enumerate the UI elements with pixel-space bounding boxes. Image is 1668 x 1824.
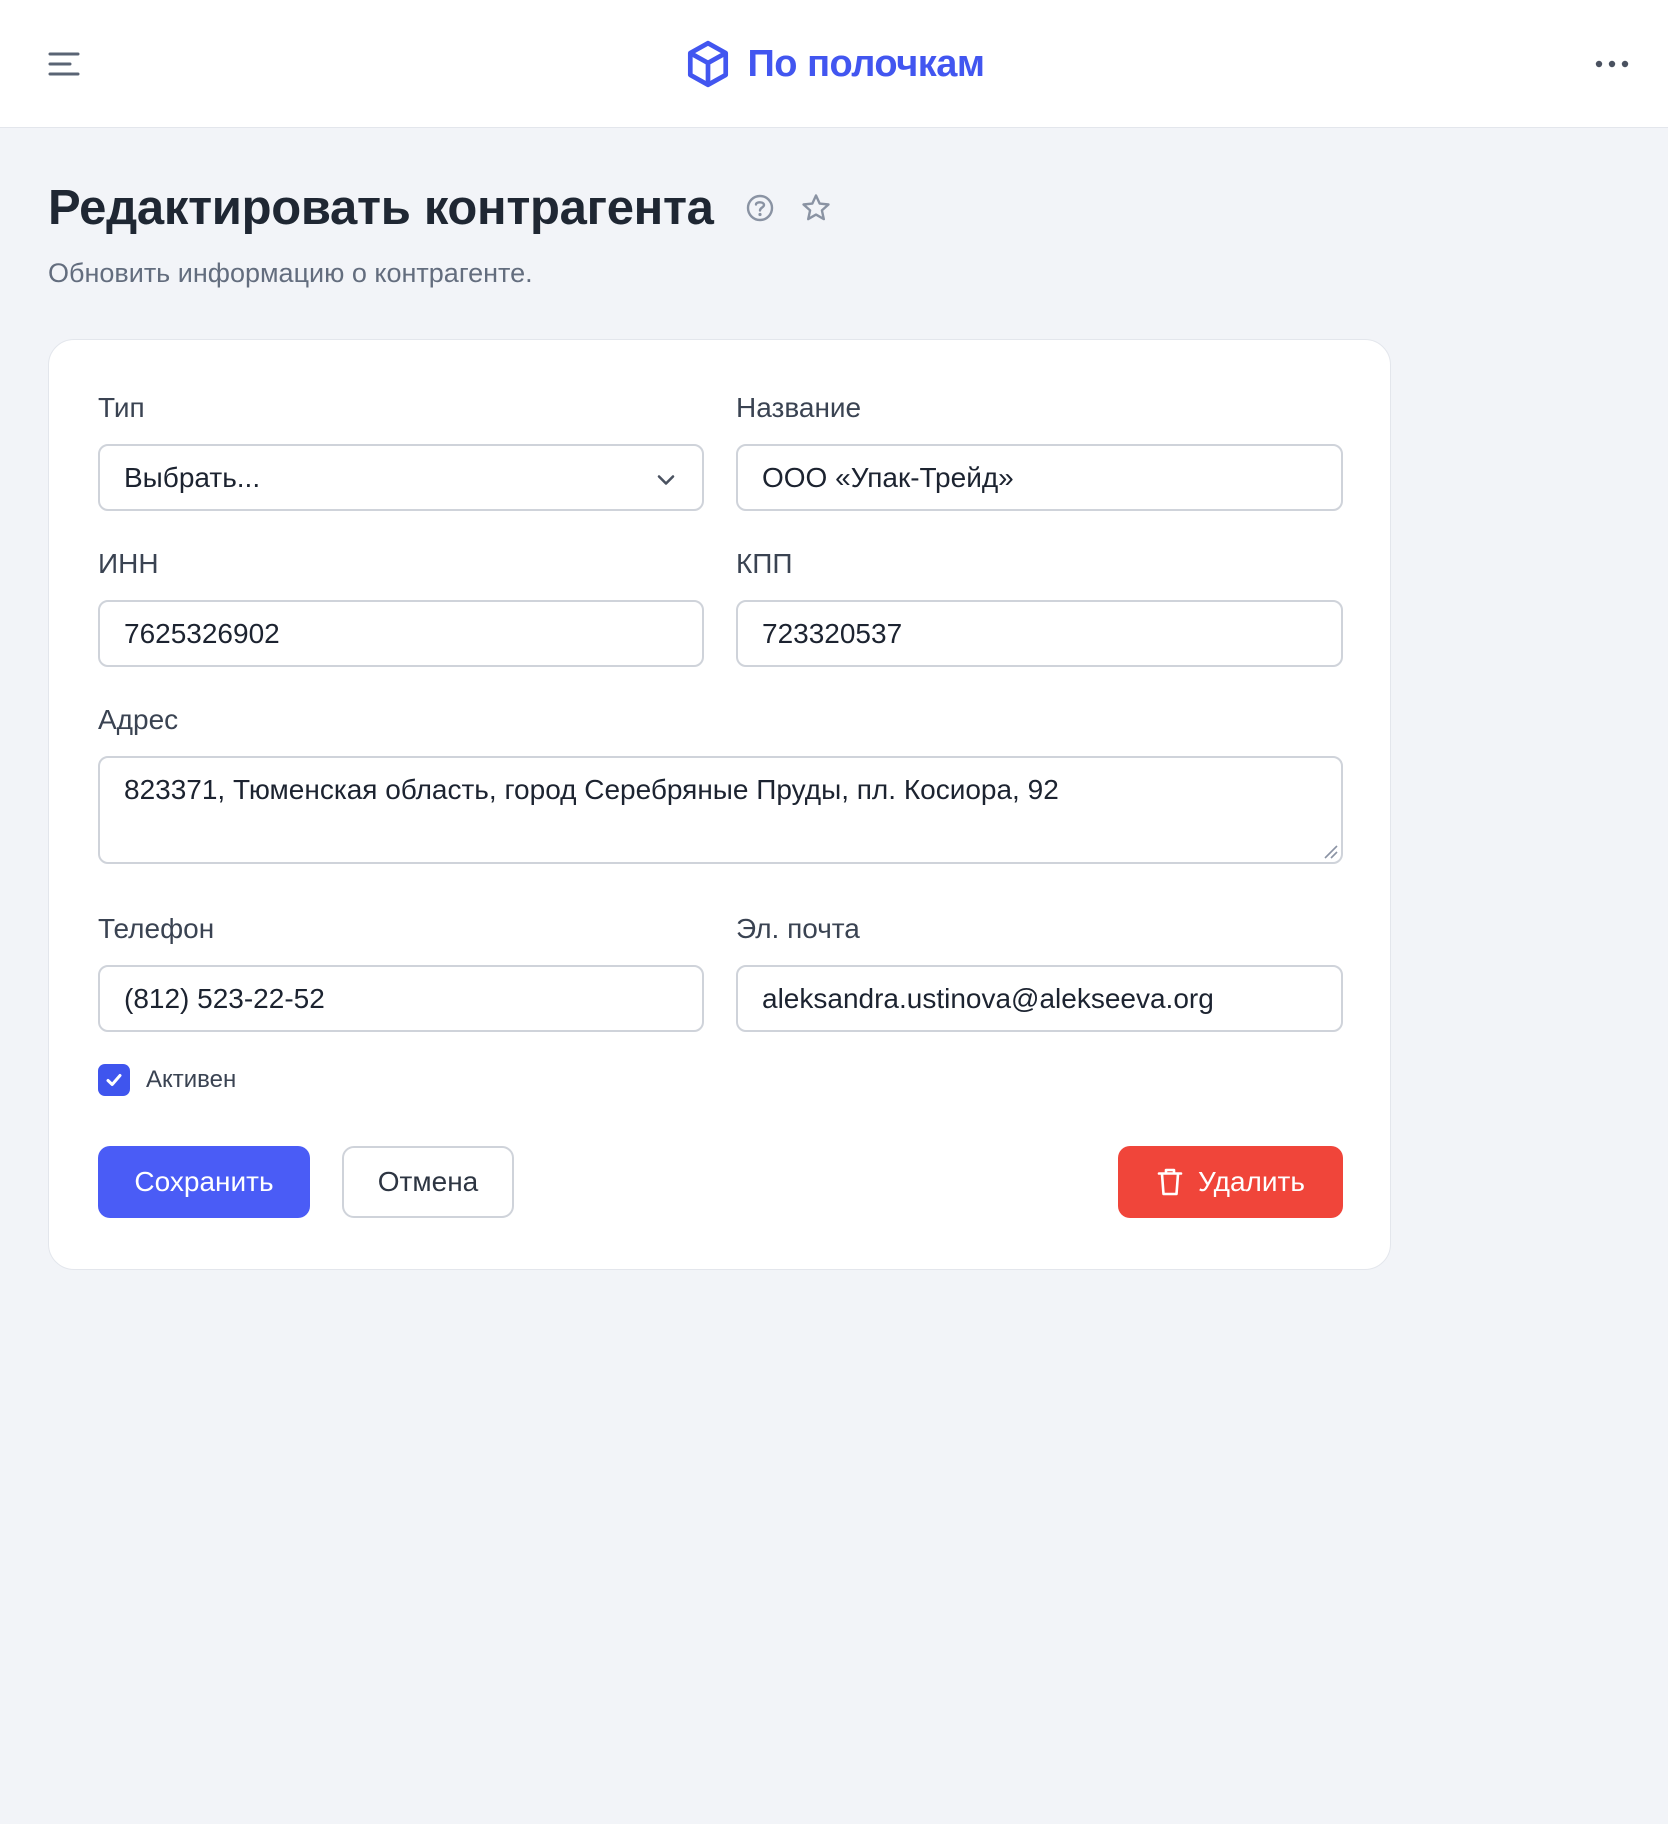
inn-label: ИНН xyxy=(98,548,159,579)
cancel-button[interactable]: Отмена xyxy=(342,1146,514,1218)
email-label: Эл. почта xyxy=(736,913,860,944)
resize-handle-icon[interactable] xyxy=(1322,843,1338,859)
active-checkbox[interactable] xyxy=(98,1064,130,1096)
page-title: Редактировать контрагента xyxy=(48,181,714,235)
page-subtitle: Обновить информацию о контрагенте. xyxy=(48,258,533,288)
brand-name: По полочкам xyxy=(747,42,985,85)
page-header: Редактировать контрагента Обновить инфор… xyxy=(48,180,836,289)
top-bar: По полочкам xyxy=(0,0,1668,128)
name-input-value: ООО «Упак-Трейд» xyxy=(762,461,1014,493)
type-select-value: Выбрать... xyxy=(124,461,261,493)
active-checkbox-label: Активен xyxy=(146,1066,237,1093)
more-options-button[interactable] xyxy=(1584,40,1640,88)
box-icon xyxy=(688,40,729,88)
star-icon[interactable] xyxy=(796,188,836,228)
address-label: Адрес xyxy=(98,704,179,735)
brand-logo[interactable]: По полочкам xyxy=(0,36,1668,92)
address-textarea[interactable]: 823371, Тюменская область, город Серебря… xyxy=(98,756,1343,864)
kpp-input-value: 723320537 xyxy=(762,617,903,649)
type-select[interactable]: Выбрать... xyxy=(98,444,704,511)
chevron-down-icon xyxy=(657,475,675,485)
help-circle-icon[interactable] xyxy=(740,188,780,228)
type-label: Тип xyxy=(98,392,145,423)
email-input-value: aleksandra.ustinova@alekseeva.org xyxy=(762,982,1214,1014)
cancel-button-label: Отмена xyxy=(377,1166,479,1197)
name-input[interactable]: ООО «Упак-Трейд» xyxy=(736,444,1343,511)
kpp-input[interactable]: 723320537 xyxy=(736,600,1343,667)
active-checkbox-row[interactable]: Активен xyxy=(98,1064,236,1096)
email-input[interactable]: aleksandra.ustinova@alekseeva.org xyxy=(736,965,1343,1032)
phone-input-value: (812) 523-22-52 xyxy=(124,982,325,1014)
inn-input[interactable]: 7625326902 xyxy=(98,600,704,667)
phone-input[interactable]: (812) 523-22-52 xyxy=(98,965,704,1032)
trash-icon xyxy=(1157,1168,1183,1196)
kpp-label: КПП xyxy=(736,548,793,579)
counterparty-form-card: Тип Выбрать... Название ООО «Упак-Трейд»… xyxy=(48,339,1391,1270)
inn-input-value: 7625326902 xyxy=(124,617,280,649)
address-textarea-value: 823371, Тюменская область, город Серебря… xyxy=(124,774,1059,805)
more-horizontal-icon xyxy=(1595,60,1629,68)
save-button-label: Сохранить xyxy=(134,1166,274,1197)
delete-button[interactable]: Удалить xyxy=(1118,1146,1343,1218)
delete-button-label: Удалить xyxy=(1198,1166,1305,1197)
phone-label: Телефон xyxy=(98,913,215,944)
check-icon xyxy=(106,1074,122,1086)
name-label: Название xyxy=(736,392,862,423)
save-button[interactable]: Сохранить xyxy=(98,1146,310,1218)
